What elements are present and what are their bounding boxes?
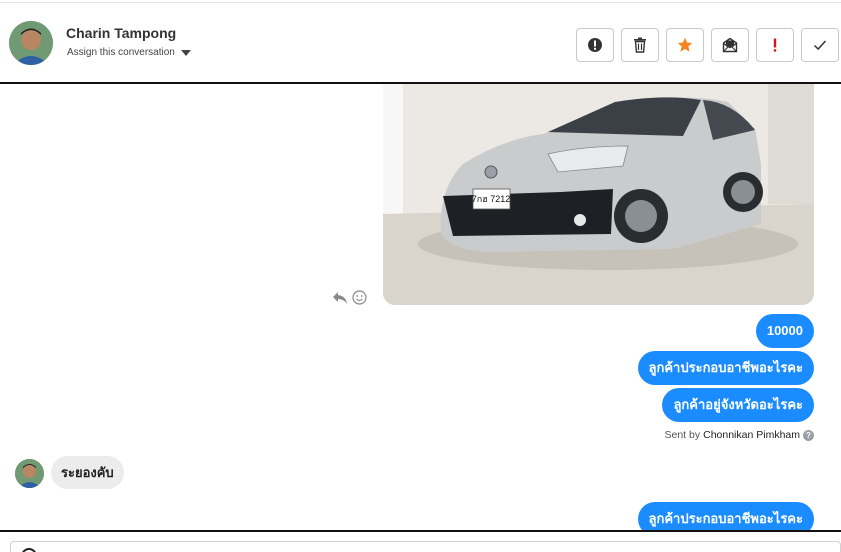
contact-avatar[interactable] [9, 21, 53, 65]
sent-by-prefix: Sent by [664, 429, 701, 441]
message-thread[interactable]: 7กฮ 7212 10000 ลูกค้าประกอบอาชีพอะไรคะ ล… [0, 84, 841, 530]
mark-important-button[interactable] [576, 28, 614, 62]
report-spam-button[interactable] [756, 28, 794, 62]
assign-conversation-dropdown[interactable]: Assign this conversation [67, 47, 191, 58]
delete-button[interactable] [621, 28, 659, 62]
help-icon[interactable]: ? [803, 429, 814, 441]
mark-unread-button[interactable] [711, 28, 749, 62]
composer-divider [0, 530, 841, 532]
star-button[interactable] [666, 28, 704, 62]
outgoing-message[interactable]: ลูกค้าประกอบอาชีพอะไรคะ [637, 351, 814, 385]
outgoing-message[interactable]: ลูกค้าประกอบอาชีพอะไรคะ [637, 502, 814, 530]
caret-down-icon [180, 49, 191, 56]
conversation-header: Charin Tampong Assign this conversation [0, 3, 841, 82]
outgoing-message[interactable]: ลูกค้าอยู่จังหวัดอะไรคะ [662, 388, 814, 422]
conversation-view: Charin Tampong Assign this conversation [0, 0, 841, 552]
emoji-reaction-icon[interactable] [352, 290, 367, 305]
trash-icon [634, 37, 646, 53]
contact-name: Charin Tampong [66, 25, 177, 41]
reply-icon[interactable] [332, 291, 348, 305]
conversation-actions [576, 28, 839, 62]
composer-icon[interactable] [21, 548, 37, 552]
envelope-open-icon [722, 37, 738, 53]
star-icon [677, 37, 693, 52]
sent-by-agent: Chonnikan Pimkham [703, 429, 800, 441]
sent-by-info: Sent by Chonnikan Pimkham ? [664, 429, 814, 441]
checkmark-icon [813, 40, 827, 51]
car-photo-attachment[interactable]: 7กฮ 7212 [383, 84, 814, 305]
outgoing-message[interactable]: 10000 [755, 314, 814, 348]
incoming-sender-avatar[interactable] [15, 459, 44, 488]
message-tools [332, 290, 367, 305]
assign-label: Assign this conversation [67, 47, 175, 58]
exclamation-mark-icon [773, 38, 777, 52]
incoming-message[interactable]: ระยองคับ [51, 456, 124, 489]
message-composer[interactable] [10, 541, 841, 552]
license-plate-text: 7กฮ 7212 [472, 194, 510, 204]
mark-done-button[interactable] [801, 28, 839, 62]
exclamation-circle-icon [588, 38, 602, 52]
